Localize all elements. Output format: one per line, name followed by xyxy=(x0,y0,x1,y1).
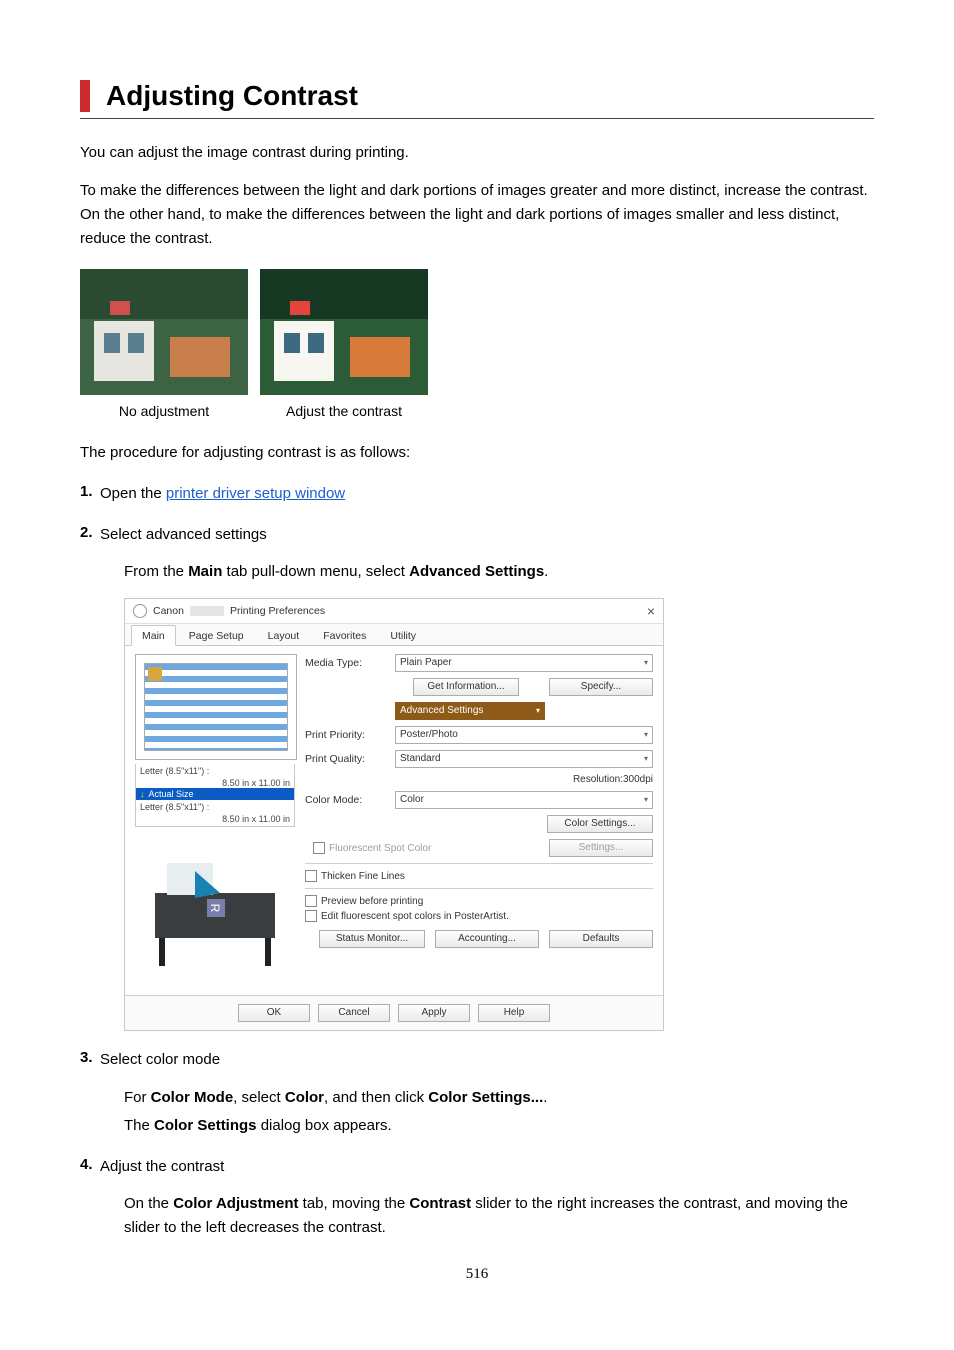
accounting-button[interactable]: Accounting... xyxy=(435,930,539,948)
print-quality-select[interactable]: Standard▾ xyxy=(395,750,653,768)
dialog-title-text: Printing Preferences xyxy=(230,605,325,617)
caption-adjust-contrast: Adjust the contrast xyxy=(260,403,428,419)
redacted-model xyxy=(190,606,224,616)
tab-layout[interactable]: Layout xyxy=(257,625,311,646)
specify-button[interactable]: Specify... xyxy=(549,678,653,696)
color-mode-label: Color Mode: xyxy=(305,794,389,806)
printing-preferences-dialog: Canon Printing Preferences × Main Page S… xyxy=(124,598,664,1031)
step-2-subtext: From the Main tab pull-down menu, select… xyxy=(124,560,874,584)
sample-image-adjusted xyxy=(260,269,428,395)
intro-paragraph-1: You can adjust the image contrast during… xyxy=(80,141,874,165)
page-preview xyxy=(135,654,297,760)
page-title: Adjusting Contrast xyxy=(106,80,874,112)
page-number: 516 xyxy=(80,1266,874,1283)
status-monitor-button[interactable]: Status Monitor... xyxy=(319,930,425,948)
fluorescent-checkbox[interactable] xyxy=(313,842,325,854)
preview-checkbox[interactable] xyxy=(305,895,317,907)
media-type-select[interactable]: Plain Paper▾ xyxy=(395,654,653,672)
step-2-title: Select advanced settings xyxy=(100,524,874,547)
edit-fluorescent-label: Edit fluorescent spot colors in PosterAr… xyxy=(321,911,509,922)
title-divider xyxy=(80,118,874,119)
get-information-button[interactable]: Get Information... xyxy=(413,678,519,696)
thicken-lines-label: Thicken Fine Lines xyxy=(321,871,405,882)
chevron-down-icon: ▾ xyxy=(536,703,540,719)
dialog-brand: Canon xyxy=(153,605,184,617)
sample-image-original xyxy=(80,269,248,395)
dialog-titlebar: Canon Printing Preferences × xyxy=(125,599,663,624)
fluorescent-label: Fluorescent Spot Color xyxy=(329,843,431,854)
chevron-down-icon: ▾ xyxy=(644,655,648,671)
preview-label: Preview before printing xyxy=(321,896,423,907)
tab-main[interactable]: Main xyxy=(131,625,176,646)
fluorescent-settings-button: Settings... xyxy=(549,839,653,857)
step-3-subtext-2: The Color Settings dialog box appears. xyxy=(124,1114,874,1138)
close-icon[interactable]: × xyxy=(647,603,655,619)
media-type-label: Media Type: xyxy=(305,657,389,669)
printer-illustration: R xyxy=(135,833,295,983)
step-3-subtext-1: For Color Mode, select Color, and then c… xyxy=(124,1086,874,1110)
resolution-text: Resolution:300dpi xyxy=(305,774,653,785)
apply-button[interactable]: Apply xyxy=(398,1004,470,1022)
tab-page-setup[interactable]: Page Setup xyxy=(178,625,255,646)
step-1: Open the printer driver setup window xyxy=(100,483,874,506)
thicken-lines-checkbox[interactable] xyxy=(305,870,317,882)
chevron-down-icon: ▾ xyxy=(644,751,648,767)
step-4-subtext: On the Color Adjustment tab, moving the … xyxy=(124,1192,874,1240)
defaults-button[interactable]: Defaults xyxy=(549,930,653,948)
color-settings-button[interactable]: Color Settings... xyxy=(547,815,653,833)
app-icon xyxy=(133,604,147,618)
step-4-title: Adjust the contrast xyxy=(100,1156,874,1179)
color-mode-select[interactable]: Color▾ xyxy=(395,791,653,809)
tab-utility[interactable]: Utility xyxy=(379,625,427,646)
intro-paragraph-2: To make the differences between the ligh… xyxy=(80,179,874,251)
print-quality-label: Print Quality: xyxy=(305,753,389,765)
actual-size-row[interactable]: ↓Actual Size xyxy=(136,788,294,800)
svg-text:R: R xyxy=(208,904,222,913)
cancel-button[interactable]: Cancel xyxy=(318,1004,390,1022)
advanced-settings-select[interactable]: Advanced Settings▾ xyxy=(395,702,545,720)
ok-button[interactable]: OK xyxy=(238,1004,310,1022)
edit-fluorescent-checkbox[interactable] xyxy=(305,910,317,922)
print-priority-select[interactable]: Poster/Photo▾ xyxy=(395,726,653,744)
printer-driver-setup-link[interactable]: printer driver setup window xyxy=(166,485,345,502)
print-priority-label: Print Priority: xyxy=(305,729,389,741)
help-button[interactable]: Help xyxy=(478,1004,550,1022)
step-3-title: Select color mode xyxy=(100,1049,874,1072)
tabs-bar: Main Page Setup Layout Favorites Utility xyxy=(125,624,663,646)
procedure-intro: The procedure for adjusting contrast is … xyxy=(80,441,874,465)
chevron-down-icon: ▾ xyxy=(644,792,648,808)
size-info-block: Letter (8.5"x11") : 8.50 in x 11.00 in ↓… xyxy=(135,764,295,827)
caption-no-adjustment: No adjustment xyxy=(80,403,248,419)
chevron-down-icon: ▾ xyxy=(644,727,648,743)
tab-favorites[interactable]: Favorites xyxy=(312,625,377,646)
